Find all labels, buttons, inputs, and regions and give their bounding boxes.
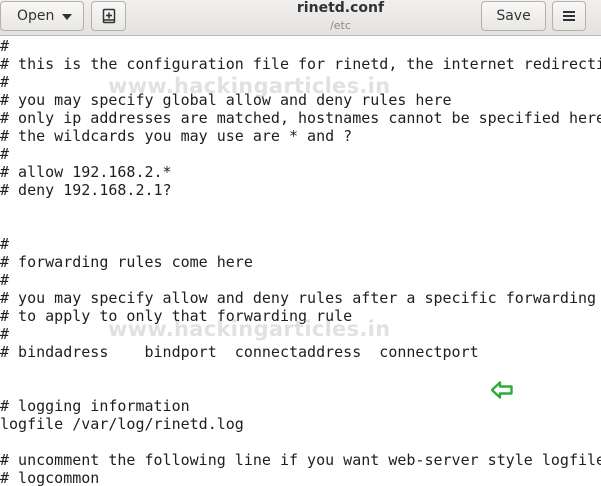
code-line: # [0, 325, 10, 343]
new-document-icon [102, 8, 115, 24]
hamburger-menu-icon [563, 9, 575, 23]
code-line: # [0, 235, 10, 253]
code-line: # only ip addresses are matched, hostnam… [0, 109, 601, 127]
code-line: # deny 192.168.2.1? [0, 181, 172, 199]
code-line: # the wildcards you may use are * and ? [0, 127, 353, 145]
code-line: # logcommon [0, 469, 100, 486]
code-line: # forwarding rules come here [0, 253, 253, 271]
code-line: # [0, 73, 10, 91]
open-button-label: Open [17, 8, 55, 24]
code-line: # [0, 37, 10, 55]
code-line: # you may specify global allow and deny … [0, 91, 452, 109]
code-line: # allow 192.168.2.* [0, 163, 172, 181]
window-title: rinetd.conf [296, 0, 385, 16]
code-line: # bindadress bindport connectaddress con… [0, 343, 479, 361]
text-editor-area[interactable]: www.hackingarticles.in www.hackingarticl… [0, 37, 601, 486]
code-line: # logging information [0, 397, 190, 415]
arrow-left-icon [491, 381, 513, 399]
code-line: # to apply to only that forwarding rule [0, 307, 353, 325]
code-line: # this is the configuration file for rin… [0, 55, 601, 73]
chevron-down-icon [62, 14, 72, 20]
header-bar: Open rinetd.conf /etc Save [0, 0, 601, 36]
code-line: # you may specify allow and deny rules a… [0, 289, 601, 307]
text-editor-window: Open rinetd.conf /etc Save www.hackingar… [0, 0, 601, 486]
save-button[interactable]: Save [481, 1, 546, 31]
save-button-label: Save [496, 8, 531, 24]
open-button[interactable]: Open [0, 1, 84, 31]
code-line: logfile /var/log/rinetd.log [0, 415, 244, 433]
title-block: rinetd.conf /etc [200, 0, 481, 33]
code-line: # [0, 145, 10, 163]
code-line: # uncomment the following line if you wa… [0, 451, 601, 469]
code-line: # [0, 271, 10, 289]
new-tab-button[interactable] [91, 1, 126, 31]
menu-button[interactable] [552, 1, 586, 31]
window-subtitle: /etc [330, 19, 351, 32]
